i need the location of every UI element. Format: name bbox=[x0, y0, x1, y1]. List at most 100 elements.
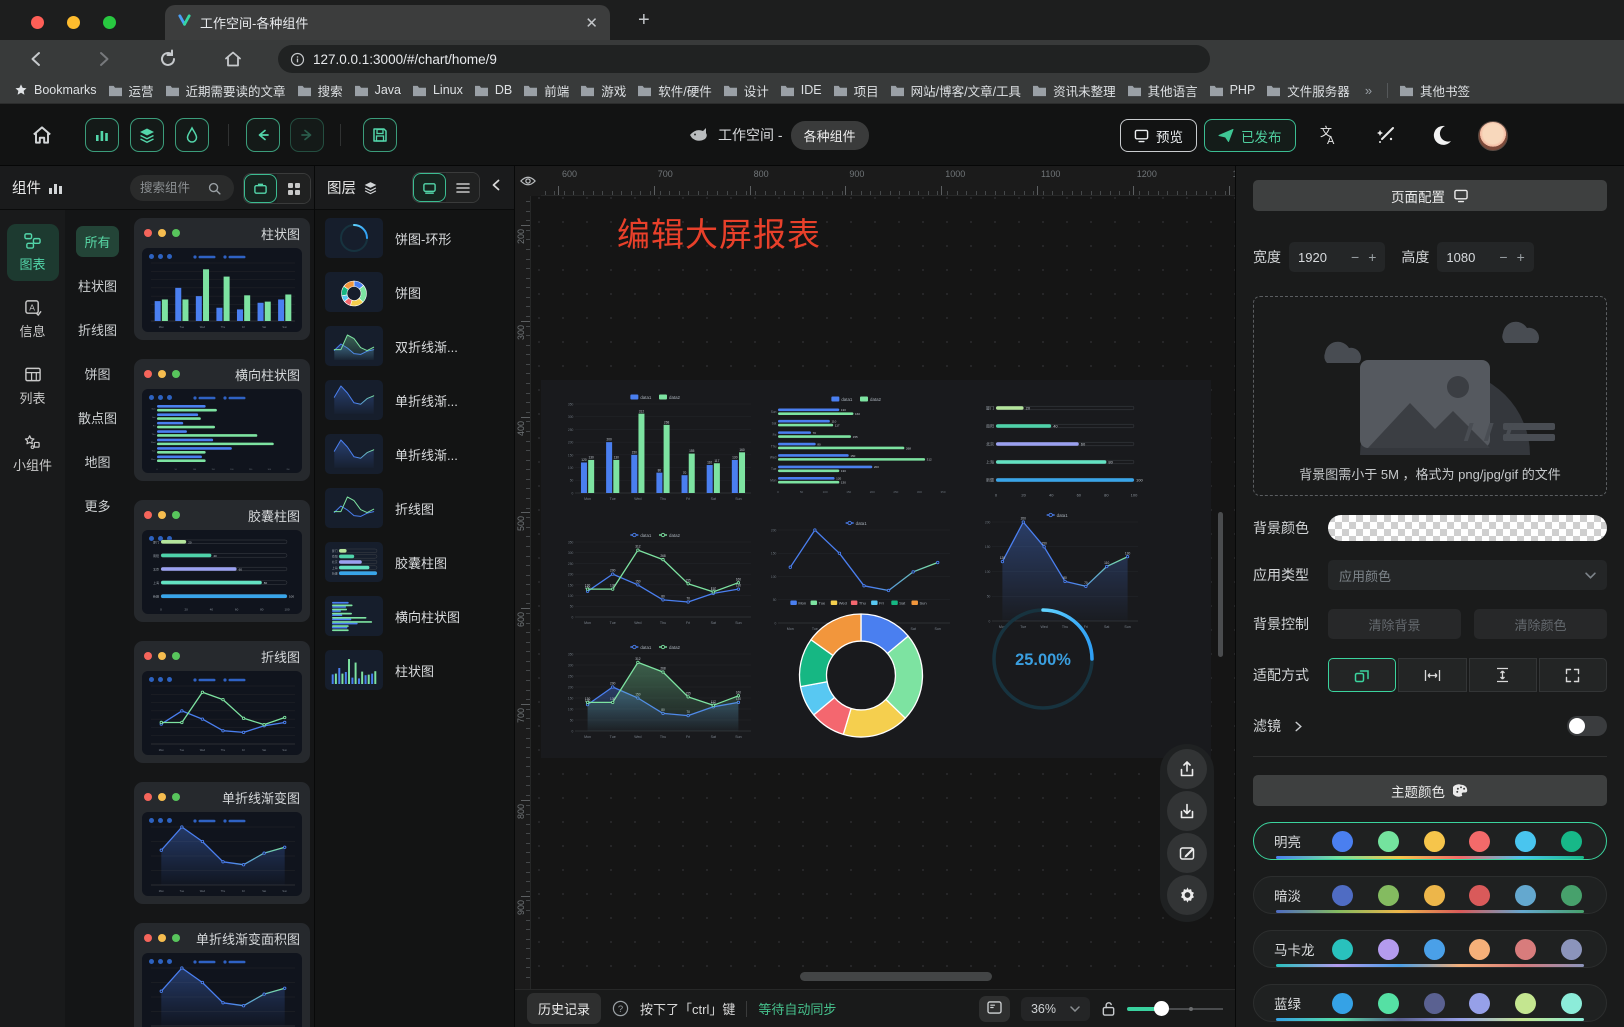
chevron-right-icon[interactable] bbox=[1294, 721, 1303, 732]
bookmark-folder[interactable]: 其他语言 bbox=[1127, 81, 1198, 100]
fit-width-button[interactable] bbox=[1398, 658, 1466, 692]
search-input[interactable] bbox=[140, 181, 202, 195]
toggle-details-panel-button[interactable] bbox=[175, 118, 209, 152]
width-stepper[interactable]: −+ bbox=[1289, 242, 1385, 272]
help-icon[interactable]: ? bbox=[612, 1000, 629, 1017]
bookmark-folder[interactable]: 搜索 bbox=[297, 81, 343, 100]
layer-item[interactable]: 双折线渐... bbox=[325, 326, 504, 366]
page-info-icon[interactable] bbox=[290, 52, 305, 67]
fit-auto-button[interactable] bbox=[1328, 658, 1396, 692]
canvas-chart-progress-ring[interactable]: 25.00% bbox=[987, 606, 1099, 712]
settings-gear-icon[interactable] bbox=[1167, 875, 1207, 915]
layer-item[interactable]: 折线图 bbox=[325, 488, 504, 528]
component-card[interactable]: 胶囊柱图厦门20南阳40北京60上海80新疆100020406080100 bbox=[134, 500, 310, 622]
canvas-chart-horizontal-bar[interactable]: data1data2050100150200250300350SunSatFri… bbox=[765, 394, 955, 494]
bookmark-folder[interactable]: 项目 bbox=[833, 81, 879, 100]
theme-row[interactable]: 蓝绿 bbox=[1253, 984, 1607, 1022]
toggle-layers-panel-button[interactable] bbox=[130, 118, 164, 152]
component-card[interactable]: 折线图MonTueWedThuFriSatSun bbox=[134, 641, 310, 763]
sidebar-item-info[interactable]: A信息 bbox=[7, 291, 59, 348]
category-item[interactable]: 地图 bbox=[76, 446, 118, 477]
component-card[interactable]: 柱状图MonTueWedThuFriSatSun bbox=[134, 218, 310, 340]
zoom-select[interactable]: 36% bbox=[1021, 997, 1090, 1021]
sidebar-item-list[interactable]: 列表 bbox=[7, 358, 59, 415]
import-icon[interactable] bbox=[1167, 791, 1207, 831]
category-item[interactable]: 饼图 bbox=[76, 358, 118, 389]
history-button[interactable]: 历史记录 bbox=[527, 993, 601, 1024]
browser-tab[interactable]: 工作空间-各种组件 ✕ bbox=[165, 5, 610, 40]
canvas-text-element[interactable]: 编辑大屏报表 bbox=[617, 208, 821, 256]
layer-item[interactable]: 横向柱状图 bbox=[325, 596, 504, 636]
page-config-button[interactable]: 页面配置 bbox=[1253, 180, 1607, 211]
bookmark-folder[interactable]: 文件服务器 bbox=[1266, 81, 1350, 100]
other-bookmarks-folder[interactable]: 其他书签 bbox=[1399, 81, 1470, 100]
history-panel-button[interactable] bbox=[979, 996, 1010, 1022]
category-item[interactable]: 散点图 bbox=[70, 402, 125, 433]
collapse-panel-icon[interactable] bbox=[490, 178, 502, 197]
app-home-icon[interactable] bbox=[30, 123, 52, 145]
canvas-chart-bar[interactable]: data1data2050100150200250300350MonTueWed… bbox=[562, 392, 756, 502]
new-tab-button[interactable]: + bbox=[638, 10, 650, 30]
fit-stretch-button[interactable] bbox=[1539, 658, 1607, 692]
single-view-button[interactable] bbox=[244, 174, 277, 203]
bookmark-folder[interactable]: 游戏 bbox=[580, 81, 626, 100]
theme-color-button[interactable]: 主题颜色 bbox=[1253, 775, 1607, 806]
project-name-pill[interactable]: 各种组件 bbox=[791, 121, 869, 150]
category-item[interactable]: 所有 bbox=[76, 226, 118, 257]
component-card[interactable]: 单折线渐变图MonTueWedThuFriSatSun bbox=[134, 782, 310, 904]
theme-row[interactable]: 明亮 bbox=[1253, 822, 1607, 860]
bookmark-folder[interactable]: 软件/硬件 bbox=[637, 81, 711, 100]
layer-item[interactable]: 单折线渐... bbox=[325, 380, 504, 420]
export-icon[interactable] bbox=[1167, 749, 1207, 789]
bookmark-folder[interactable]: 运营 bbox=[108, 81, 154, 100]
sidebar-item-widgets[interactable]: 小组件 bbox=[7, 425, 59, 482]
category-item[interactable]: 折线图 bbox=[70, 314, 125, 345]
bookmarks-overflow-button[interactable]: » bbox=[1361, 83, 1376, 98]
height-input[interactable] bbox=[1446, 250, 1490, 265]
magic-wand-icon[interactable] bbox=[1374, 123, 1398, 152]
bookmark-folder[interactable]: 前端 bbox=[523, 81, 569, 100]
clear-background-button[interactable]: 清除背景 bbox=[1328, 609, 1461, 639]
bookmark-folder[interactable]: DB bbox=[474, 81, 512, 100]
category-item[interactable]: 柱状图 bbox=[70, 270, 125, 301]
layer-item[interactable]: 单折线渐... bbox=[325, 434, 504, 474]
tab-close-icon[interactable]: ✕ bbox=[585, 14, 598, 32]
canvas-chart-double-gradient-line[interactable]: data1data2050100150200250300350MonTueWed… bbox=[562, 642, 756, 740]
canvas-vertical-scrollbar[interactable] bbox=[1218, 512, 1223, 657]
component-card[interactable]: 单折线渐变面积图MonTueWedThuFriSatSun bbox=[134, 923, 310, 1027]
dark-mode-moon-icon[interactable] bbox=[1430, 123, 1454, 152]
redo-button[interactable] bbox=[290, 118, 324, 152]
language-icon[interactable]: 文A bbox=[1315, 123, 1339, 152]
back-icon[interactable] bbox=[26, 48, 48, 70]
layer-item[interactable]: 饼图 bbox=[325, 272, 504, 312]
omnibox[interactable]: 127.0.0.1:3000/#/chart/home/9 bbox=[278, 45, 1210, 73]
preview-button[interactable]: 预览 bbox=[1120, 119, 1197, 152]
bookmarks-manager[interactable]: Bookmarks bbox=[14, 83, 97, 97]
window-minimize-button[interactable] bbox=[67, 16, 80, 29]
bookmark-folder[interactable]: 网站/博客/文章/工具 bbox=[890, 81, 1021, 100]
apply-type-select[interactable]: 应用颜色 bbox=[1328, 560, 1607, 590]
height-stepper[interactable]: −+ bbox=[1437, 242, 1533, 272]
background-upload-dropzone[interactable]: 背景图需小于 5M ，格式为 png/jpg/gif 的文件 bbox=[1253, 296, 1607, 496]
decrement-icon[interactable]: − bbox=[1499, 249, 1507, 265]
window-close-button[interactable] bbox=[31, 16, 44, 29]
decrement-icon[interactable]: − bbox=[1351, 249, 1359, 265]
user-avatar[interactable] bbox=[1478, 121, 1508, 151]
theme-row[interactable]: 暗淡 bbox=[1253, 876, 1607, 914]
home-icon[interactable] bbox=[222, 48, 244, 70]
canvas-viewport[interactable]: 编辑大屏报表 data1data2050100150200250300350Mo… bbox=[515, 166, 1235, 989]
slider-thumb[interactable] bbox=[1154, 1001, 1169, 1016]
window-zoom-button[interactable] bbox=[103, 16, 116, 29]
bg-color-swatch[interactable] bbox=[1328, 515, 1607, 541]
bookmark-folder[interactable]: IDE bbox=[780, 81, 822, 100]
canvas-chart-pie[interactable]: MonTueWedThuFriSatSun bbox=[763, 598, 959, 740]
canvas-horizontal-scrollbar[interactable] bbox=[800, 972, 992, 981]
bookmark-folder[interactable]: 资讯未整理 bbox=[1032, 81, 1116, 100]
bookmark-folder[interactable]: Java bbox=[354, 81, 401, 100]
list-view-button[interactable] bbox=[446, 173, 479, 202]
forward-icon[interactable] bbox=[92, 48, 114, 70]
edit-icon[interactable] bbox=[1167, 833, 1207, 873]
component-card[interactable]: 横向柱状图050100150200250300350SunSatFriThuWe… bbox=[134, 359, 310, 481]
theme-row[interactable]: 马卡龙 bbox=[1253, 930, 1607, 968]
ruler-corner[interactable] bbox=[515, 166, 541, 196]
